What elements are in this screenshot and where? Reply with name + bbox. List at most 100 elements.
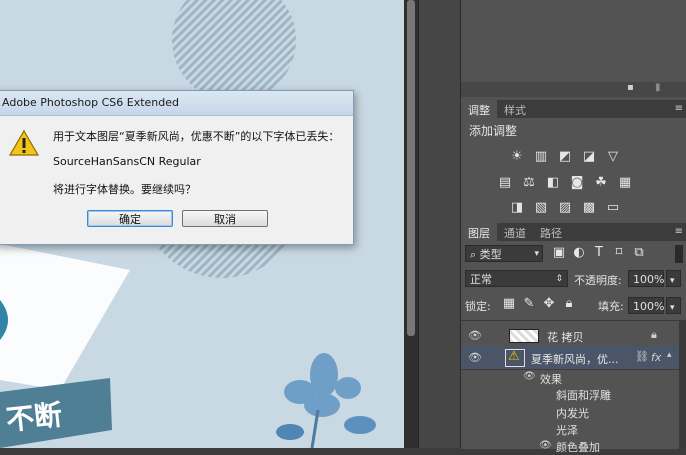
effects-label: 效果 bbox=[540, 373, 562, 386]
effect-item[interactable]: 内发光 bbox=[556, 405, 589, 421]
effect-item[interactable]: 斜面和浮雕 bbox=[556, 387, 611, 403]
color-balance-icon[interactable]: ⚖ bbox=[521, 176, 537, 190]
opacity-label: 不透明度: bbox=[574, 274, 622, 287]
opacity-input[interactable]: 100% bbox=[628, 270, 664, 287]
warning-icon bbox=[9, 129, 39, 156]
chevron-down-icon: ▾ bbox=[670, 303, 675, 313]
filter-toggle[interactable] bbox=[675, 245, 683, 263]
banner-partial-text: k bbox=[0, 368, 7, 381]
fill-label: 填充: bbox=[598, 300, 624, 313]
missing-font-dialog: Adobe Photoshop CS6 Extended 用于文本图层“夏季新风… bbox=[0, 90, 354, 245]
trash-icon[interactable]: ▮ bbox=[655, 82, 661, 93]
right-panels: ▪ ▮ 调整 样式 ≡ 添加调整 ☀ ▥ ◩ ◪ ▽ ▤ ⚖ ◧ ◙ ☘ ▦ ◨ ▧ ▨ ▩ ▭ 图层 通道路… bbox=[460, 0, 686, 454]
layer-filter-dropdown[interactable]: ⌕ 类型 ▾ bbox=[465, 245, 543, 262]
adjustments-title: 添加调整 bbox=[469, 124, 518, 138]
layer-filter-icons: ▣ ◐ T ⌑ ⧉ bbox=[549, 245, 649, 260]
tab-layers[interactable]: 图层 bbox=[461, 223, 497, 244]
posterize-icon[interactable]: ▧ bbox=[533, 201, 549, 215]
brightness-icon[interactable]: ☀ bbox=[509, 150, 525, 164]
new-item-icon[interactable]: ▪ bbox=[627, 82, 634, 93]
black-white-icon[interactable]: ◧ bbox=[545, 176, 561, 190]
fill-dropdown[interactable]: ▾ bbox=[666, 297, 681, 314]
eye-icon[interactable]: 👁︎ bbox=[468, 329, 482, 342]
hue-saturation-icon[interactable]: ▤ bbox=[497, 176, 513, 190]
tab-adjustments[interactable]: 调整 bbox=[461, 100, 497, 121]
exposure-icon[interactable]: ◪ bbox=[581, 150, 597, 164]
chevron-updown-icon: ⇕ bbox=[555, 274, 563, 284]
lock-image-icon[interactable]: ✎ bbox=[521, 297, 537, 311]
threshold-icon[interactable]: ▨ bbox=[557, 201, 573, 215]
color-lookup-icon[interactable]: ▦ bbox=[617, 176, 633, 190]
lock-all-icon[interactable]: 🔒︎ bbox=[561, 297, 577, 311]
dialog-title: Adobe Photoshop CS6 Extended bbox=[0, 91, 353, 116]
lock-transparent-icon[interactable]: ▦ bbox=[501, 297, 517, 311]
pixel-filter-icon[interactable]: ▣ bbox=[551, 246, 567, 260]
adjustments-row-1: ☀ ▥ ◩ ◪ ▽ bbox=[505, 145, 625, 164]
levels-icon[interactable]: ▥ bbox=[533, 150, 549, 164]
lock-icons: ▦ ✎ ✥ 🔒︎ bbox=[499, 297, 579, 311]
panel-menu-icon[interactable]: ≡ bbox=[675, 103, 683, 114]
search-icon: ⌕ bbox=[470, 248, 477, 261]
white-triangle bbox=[0, 244, 130, 390]
blend-mode-select[interactable]: 正常 ⇕ bbox=[465, 270, 568, 287]
blend-mode-value: 正常 bbox=[470, 273, 492, 286]
striped-circle bbox=[172, 0, 296, 102]
dialog-question: 将进行字体替换。要继续吗？ bbox=[53, 183, 196, 196]
fx-badge[interactable]: fx bbox=[651, 351, 661, 364]
opacity-dropdown[interactable]: ▾ bbox=[666, 270, 681, 287]
type-filter-icon[interactable]: T bbox=[591, 246, 607, 260]
collapsed-panel-dock bbox=[418, 0, 461, 448]
effect-item[interactable]: 光泽 bbox=[556, 422, 578, 438]
missing-font-name: SourceHanSansCN Regular bbox=[53, 155, 201, 168]
eye-icon[interactable]: 👁︎ bbox=[539, 440, 552, 451]
adjustments-tabbar: 调整 样式 ≡ bbox=[461, 100, 686, 121]
dialog-message: 用于文本图层“夏季新风尚，优惠不断”的以下字体已丢失： bbox=[53, 130, 340, 143]
canvas-scrollbar[interactable] bbox=[404, 0, 418, 448]
chevron-down-icon: ▾ bbox=[670, 276, 675, 286]
opacity-value: 100% bbox=[633, 273, 665, 286]
ok-button[interactable]: 确定 bbox=[87, 210, 173, 227]
shape-filter-icon[interactable]: ⌑ bbox=[611, 246, 627, 260]
adjustments-row-3: ◨ ▧ ▨ ▩ ▭ bbox=[505, 196, 625, 215]
layers-list: 👁︎ 花 拷贝 🔒︎ 👁︎ ⚠ 夏季新风尚，优... ⛓︎ fx ▴ 👁︎ 效果… bbox=[461, 320, 686, 454]
adjustment-filter-icon[interactable]: ◐ bbox=[571, 246, 587, 260]
channel-mixer-icon[interactable]: ☘ bbox=[593, 176, 609, 190]
lock-position-icon[interactable]: ✥ bbox=[541, 297, 557, 311]
banner-text: 不断 bbox=[4, 398, 64, 437]
fill-input[interactable]: 100% bbox=[628, 297, 664, 314]
chevron-down-icon: ▾ bbox=[534, 249, 539, 259]
selective-color-icon[interactable]: ▩ bbox=[581, 201, 597, 215]
cancel-button[interactable]: 取消 bbox=[182, 210, 268, 227]
curves-icon[interactable]: ◩ bbox=[557, 150, 573, 164]
layer-row[interactable]: 👁︎ 花 拷贝 🔒︎ bbox=[461, 324, 686, 348]
lock-label: 锁定: bbox=[465, 300, 491, 313]
layers-tabbar: 图层 通道 路径 ≡ bbox=[461, 223, 686, 244]
smart-object-filter-icon[interactable]: ⧉ bbox=[631, 246, 647, 260]
fill-value: 100% bbox=[633, 300, 665, 313]
tab-channels[interactable]: 通道 bbox=[497, 223, 533, 244]
top-panel-empty bbox=[461, 0, 686, 82]
layer-name: 花 拷贝 bbox=[547, 331, 584, 344]
invert-icon[interactable]: ◨ bbox=[509, 201, 525, 215]
top-panel-footer: ▪ ▮ bbox=[461, 82, 686, 97]
eye-icon[interactable]: 👁︎ bbox=[468, 351, 482, 364]
chevron-icon[interactable]: ▴ bbox=[667, 350, 672, 360]
link-icon: ⛓︎ bbox=[635, 350, 649, 363]
flower-shape bbox=[276, 353, 376, 448]
layers-scrollbar[interactable] bbox=[679, 321, 686, 449]
panel-menu-icon[interactable]: ≡ bbox=[675, 226, 683, 237]
tab-styles[interactable]: 样式 bbox=[497, 100, 533, 121]
effect-item[interactable]: 颜色叠加 bbox=[556, 439, 600, 455]
photo-filter-icon[interactable]: ◙ bbox=[569, 176, 585, 190]
layer-row-selected[interactable]: 👁︎ ⚠ 夏季新风尚，优... ⛓︎ fx ▴ bbox=[461, 346, 686, 370]
tab-paths[interactable]: 路径 bbox=[533, 223, 569, 244]
layer-thumbnail bbox=[509, 329, 539, 343]
gradient-map-icon[interactable]: ▭ bbox=[605, 201, 621, 215]
scrollbar-thumb[interactable] bbox=[407, 0, 415, 336]
vibrance-icon[interactable]: ▽ bbox=[605, 150, 621, 164]
eye-icon[interactable]: 👁︎ bbox=[523, 371, 536, 382]
layer-name: 夏季新风尚，优... bbox=[531, 353, 619, 366]
adjustments-row-2: ▤ ⚖ ◧ ◙ ☘ ▦ bbox=[493, 171, 637, 190]
filter-kind-label: 类型 bbox=[479, 248, 502, 261]
lock-icon: 🔒︎ bbox=[651, 328, 657, 341]
